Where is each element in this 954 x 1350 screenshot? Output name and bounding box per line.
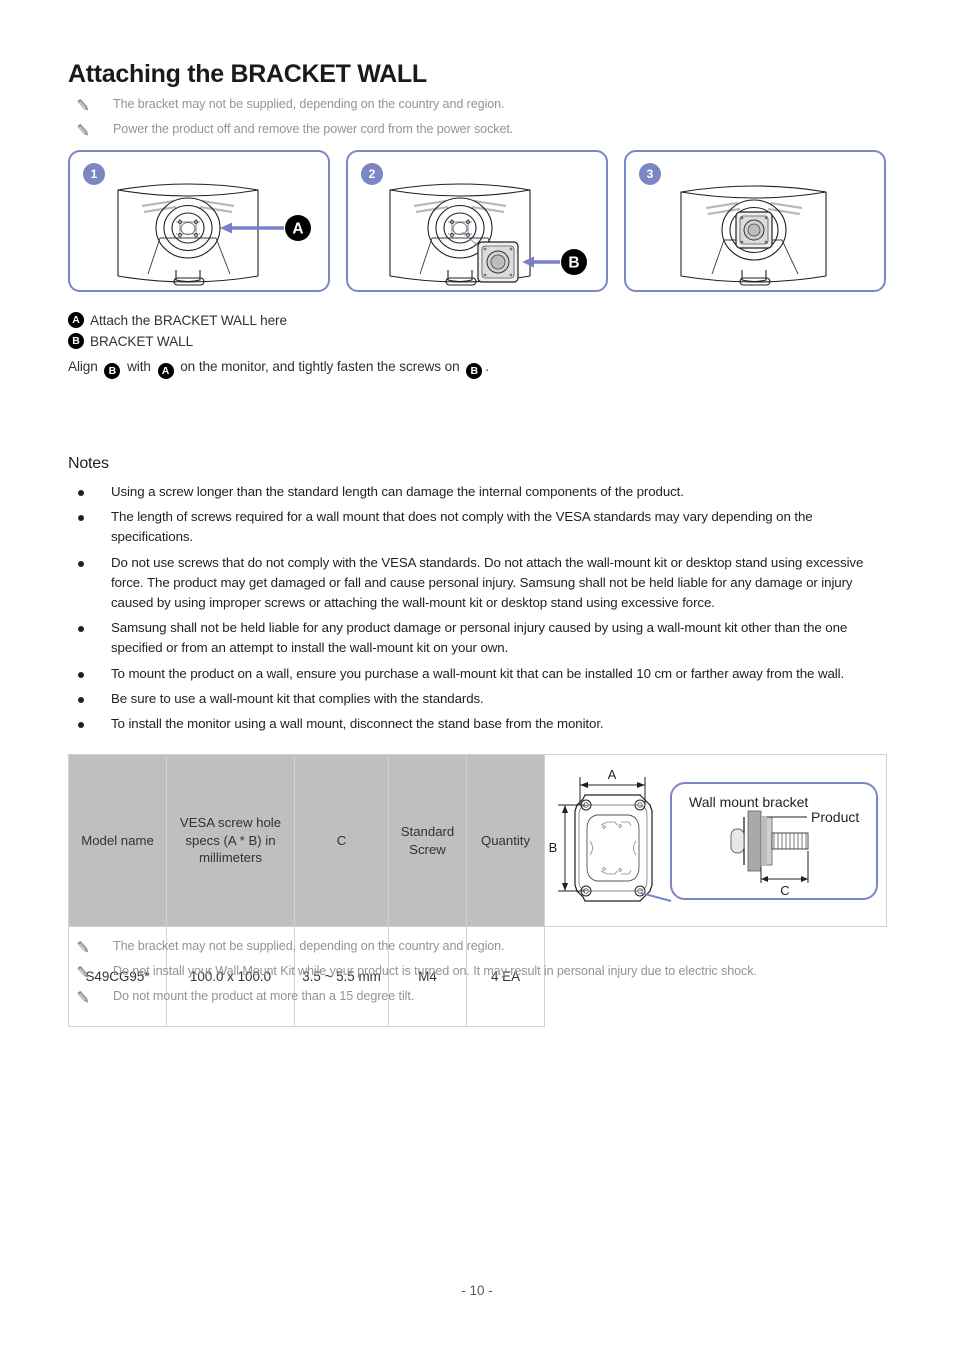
marker-b: B xyxy=(68,333,84,349)
pencil-icon xyxy=(75,97,93,115)
pencil-icon xyxy=(75,122,93,140)
bullet-icon xyxy=(78,626,84,633)
instruction-part-2: with xyxy=(123,359,155,374)
note-item: Do not install your Wall Mount Kit while… xyxy=(68,963,886,981)
marker-a: A xyxy=(157,363,174,380)
note-text: Be sure to use a wall-mount kit that com… xyxy=(111,690,484,706)
note-item: The length of screws required for a wall… xyxy=(68,507,886,547)
bracket-wall-piece xyxy=(477,241,519,283)
vesa-bracket-diagram: A B Wall mount bracket Product C xyxy=(549,767,878,902)
step-box-1: 1 A xyxy=(68,150,330,292)
legend-label: BRACKET WALL xyxy=(90,333,194,349)
dim-b-label: B xyxy=(549,840,558,855)
callout-product-label: Product xyxy=(811,809,859,825)
step-box-3: 3 xyxy=(624,150,886,292)
note-text: Using a screw longer than the standard l… xyxy=(111,484,684,499)
svg-text:A: A xyxy=(292,221,303,238)
table-header-row: Model name VESA screw hole specs (A * B)… xyxy=(68,754,887,927)
legend-item-a: A Attach the BRACKET WALL here xyxy=(68,312,886,328)
note-item: Do not mount the product at more than a … xyxy=(68,988,886,1006)
marker-b: B xyxy=(466,363,483,380)
step-box-2: 2 B xyxy=(346,150,608,292)
dim-c-label: C xyxy=(780,883,789,898)
note-item: To install the monitor using a wall moun… xyxy=(68,714,886,734)
marker-b: B xyxy=(104,363,121,380)
bullet-icon xyxy=(78,490,84,496)
align-instruction: Align B with A on the monitor, and tight… xyxy=(68,359,886,380)
monitor-illustration-1: A xyxy=(117,183,311,286)
top-notes-list: The bracket may not be supplied, dependi… xyxy=(68,96,886,146)
instruction-part-3: on the monitor, and tightly fasten the s… xyxy=(176,359,464,374)
notes-heading: Notes xyxy=(68,455,109,472)
note-text: To install the monitor using a wall moun… xyxy=(111,716,604,732)
col-vesa-specs: VESA screw hole specs (A * B) in millime… xyxy=(166,754,295,927)
bullet-icon xyxy=(78,671,84,678)
col-model-name: Model name xyxy=(68,754,167,927)
note-text: The bracket may not be supplied, dependi… xyxy=(113,97,505,111)
col-c: C xyxy=(294,754,389,927)
bullet-icon xyxy=(78,560,84,567)
marker-a: A xyxy=(68,312,84,328)
note-item: Do not use screws that do not comply wit… xyxy=(68,553,886,614)
note-text: To mount the product on a wall, ensure y… xyxy=(111,665,845,681)
legend-label: Attach the BRACKET WALL here xyxy=(90,312,287,328)
pencil-icon xyxy=(75,989,93,1007)
svg-text:B: B xyxy=(568,255,579,272)
bullet-icon xyxy=(78,696,84,703)
document-page: Attaching the BRACKET WALL The bracket m… xyxy=(68,0,887,1350)
step-illustrations: 1 A 2 B 3 xyxy=(68,150,886,292)
note-text: Do not mount the product at more than a … xyxy=(113,989,415,1003)
note-text: Do not use screws that do not comply wit… xyxy=(111,554,864,611)
note-text: The bracket may not be supplied, dependi… xyxy=(113,939,505,953)
page-title: Attaching the BRACKET WALL xyxy=(68,60,427,88)
note-text: Do not install your Wall Mount Kit while… xyxy=(113,964,757,978)
pencil-icon xyxy=(75,964,93,982)
legend: A Attach the BRACKET WALL here B BRACKET… xyxy=(68,312,886,380)
note-text: The length of screws required for a wall… xyxy=(111,509,813,545)
note-item: Samsung shall not be held liable for any… xyxy=(68,618,886,658)
instruction-part-4: . xyxy=(485,359,489,374)
bracket-attached xyxy=(735,211,773,249)
note-text: Power the product off and remove the pow… xyxy=(113,122,514,136)
note-item: The bracket may not be supplied, dependi… xyxy=(68,938,886,956)
bullet-icon xyxy=(78,722,84,729)
dim-a-label: A xyxy=(608,767,617,782)
note-item: To mount the product on a wall, ensure y… xyxy=(68,664,886,684)
note-item: The bracket may not be supplied, dependi… xyxy=(68,96,886,114)
bottom-notes-list: The bracket may not be supplied, dependi… xyxy=(68,938,886,1013)
col-quantity: Quantity xyxy=(466,754,545,927)
bullet-icon xyxy=(78,515,84,522)
callout-arrow xyxy=(220,222,284,234)
note-item: Using a screw longer than the standard l… xyxy=(68,482,886,502)
callout-arrow xyxy=(522,256,560,268)
vesa-diagram-cell: A B Wall mount bracket Product C xyxy=(544,754,887,927)
notes-list: Using a screw longer than the standard l… xyxy=(68,482,886,739)
monitor-illustration-2: B xyxy=(389,183,587,286)
note-item: Power the product off and remove the pow… xyxy=(68,121,886,139)
pencil-icon xyxy=(75,939,93,957)
monitor-illustration-3 xyxy=(680,185,827,286)
callout-bracket-label: Wall mount bracket xyxy=(689,794,808,810)
note-text: Samsung shall not be held liable for any… xyxy=(111,620,848,656)
instruction-part-1: Align xyxy=(68,359,102,374)
page-number: - 10 - xyxy=(461,1283,493,1298)
col-standard-screw: Standard Screw xyxy=(388,754,467,927)
note-item: Be sure to use a wall-mount kit that com… xyxy=(68,689,886,709)
legend-item-b: B BRACKET WALL xyxy=(68,333,886,349)
